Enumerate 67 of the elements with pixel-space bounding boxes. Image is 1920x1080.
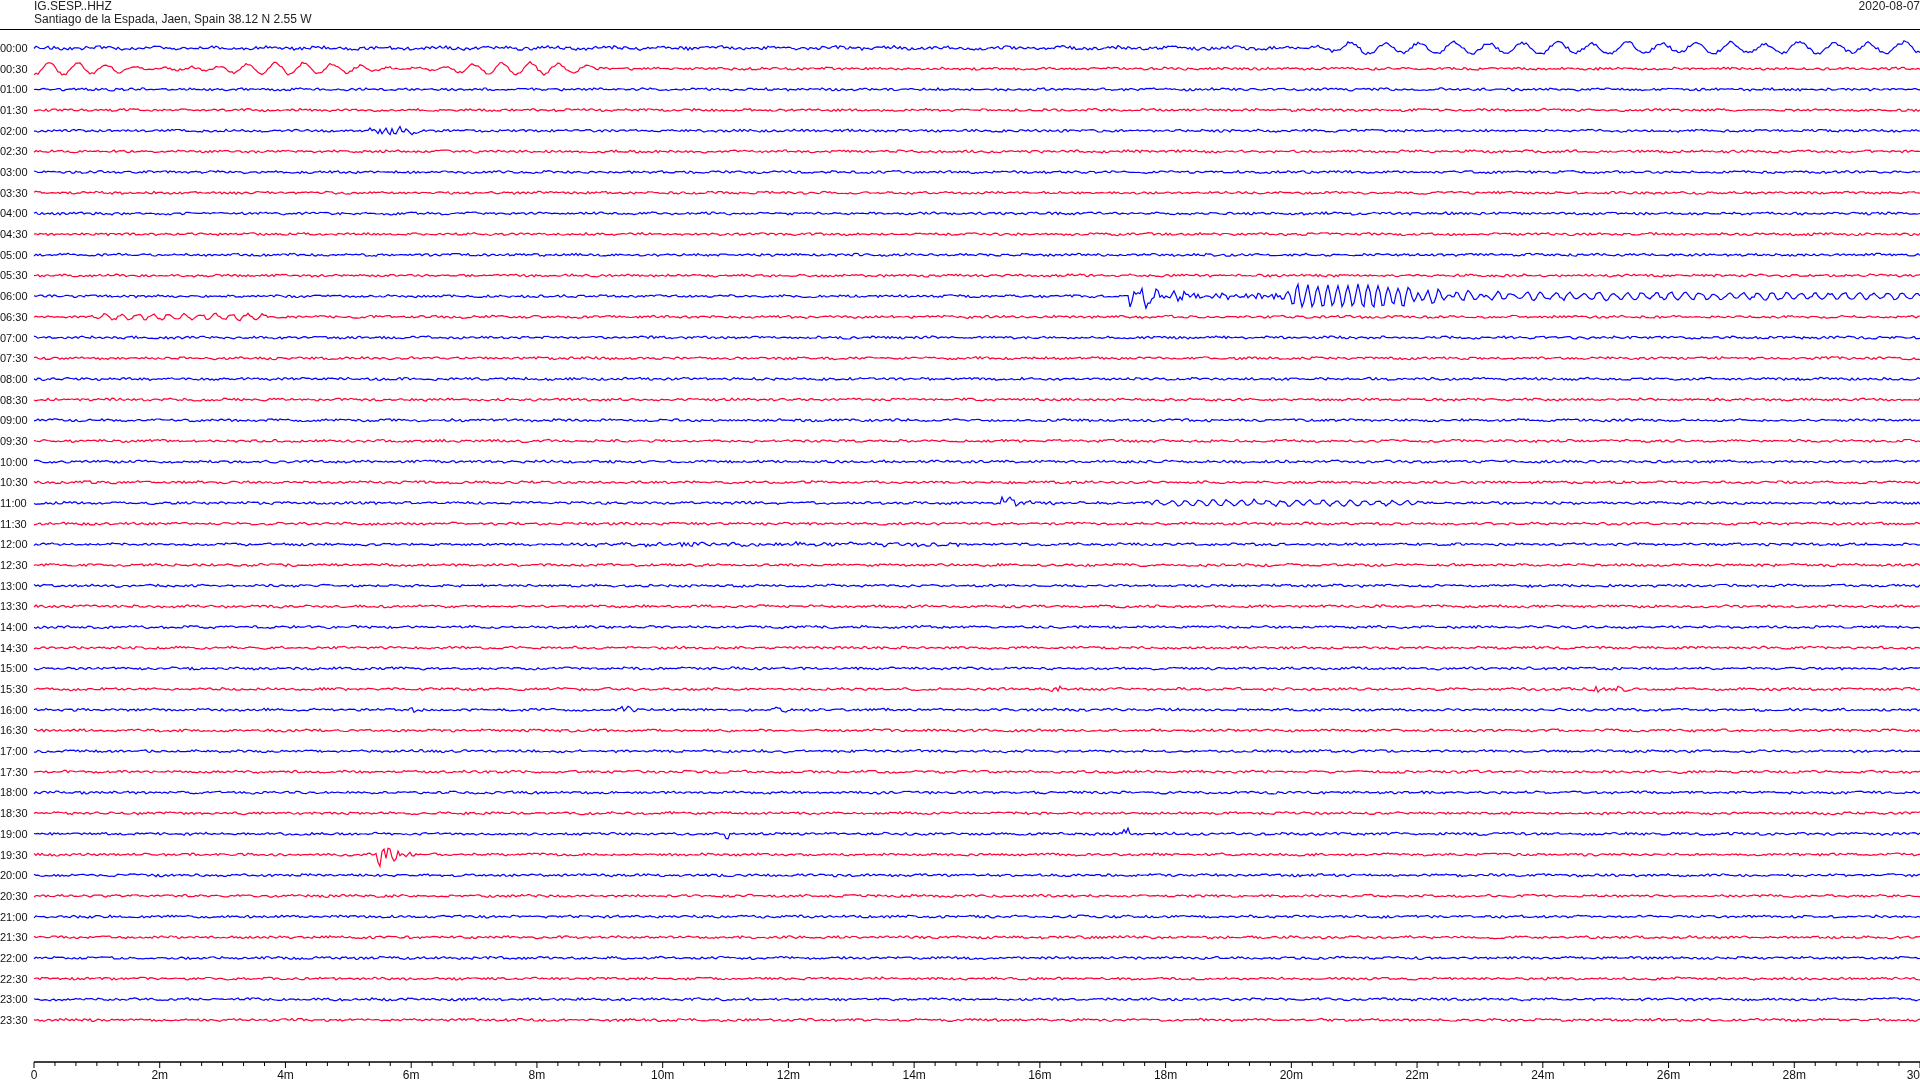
time-label: 22:30 bbox=[0, 972, 28, 985]
time-label: 14:00 bbox=[0, 621, 28, 634]
time-label: 07:00 bbox=[0, 331, 28, 344]
time-label: 05:30 bbox=[0, 269, 28, 282]
axis-tick-label: 20m bbox=[1279, 1068, 1303, 1079]
time-label: 06:30 bbox=[0, 310, 28, 323]
time-label: 12:30 bbox=[0, 559, 28, 571]
time-label: 23:30 bbox=[0, 1013, 28, 1026]
time-label: 10:30 bbox=[0, 476, 28, 489]
time-label: 03:00 bbox=[0, 166, 28, 179]
time-label: 20:30 bbox=[0, 889, 28, 902]
time-label: 04:30 bbox=[0, 228, 28, 241]
time-label: 04:00 bbox=[0, 207, 28, 220]
time-label: 11:30 bbox=[0, 517, 27, 530]
axis-tick-label: 8m bbox=[528, 1068, 546, 1079]
time-label: 02:00 bbox=[0, 124, 28, 137]
time-label: 18:30 bbox=[0, 807, 28, 820]
axis-tick-label: 10m bbox=[651, 1068, 675, 1079]
time-label: 11:00 bbox=[0, 496, 27, 509]
time-label: 23:00 bbox=[0, 993, 28, 1006]
axis-tick-label: 0 bbox=[30, 1068, 38, 1079]
time-label: 15:00 bbox=[0, 662, 28, 675]
time-label: 01:00 bbox=[0, 83, 28, 96]
time-label: 12:00 bbox=[0, 538, 28, 551]
axis-tick-label: 22m bbox=[1405, 1068, 1429, 1079]
time-label: 19:30 bbox=[0, 848, 28, 861]
axis-tick-label: 16m bbox=[1028, 1068, 1052, 1079]
time-label: 02:30 bbox=[0, 145, 28, 158]
time-label: 08:30 bbox=[0, 393, 28, 406]
station-info: Santiago de la Espada, Jaen, Spain 38.12 N 2.55 W bbox=[34, 13, 312, 26]
time-label: 17:00 bbox=[0, 745, 28, 758]
time-label: 05:00 bbox=[0, 248, 28, 261]
time-label: 14:30 bbox=[0, 641, 28, 654]
time-label: 03:30 bbox=[0, 186, 28, 199]
date-label: 2020-08-07 bbox=[1858, 0, 1920, 13]
time-label: 00:30 bbox=[0, 62, 28, 75]
time-label: 20:00 bbox=[0, 869, 28, 882]
time-label: 19:00 bbox=[0, 827, 28, 840]
axis-tick-label: 2m bbox=[151, 1068, 169, 1079]
time-label: 01:30 bbox=[0, 104, 28, 117]
time-label: 17:30 bbox=[0, 765, 28, 778]
channel-name: IG.SESP..HHZ bbox=[34, 0, 113, 13]
time-label: 09:00 bbox=[0, 414, 28, 427]
axis-tick-label: 30 bbox=[1906, 1068, 1920, 1079]
time-label: 16:00 bbox=[0, 703, 28, 716]
time-label: 22:00 bbox=[0, 951, 28, 964]
axis-tick-label: 6m bbox=[402, 1068, 420, 1079]
axis-tick-label: 14m bbox=[902, 1068, 926, 1079]
axis-tick-label: 4m bbox=[277, 1068, 294, 1079]
time-label: 16:30 bbox=[0, 724, 28, 737]
time-label: 21:30 bbox=[0, 931, 28, 944]
time-label: 06:00 bbox=[0, 290, 28, 303]
time-label: 09:30 bbox=[0, 434, 28, 447]
axis-tick-label: 18m bbox=[1153, 1068, 1178, 1079]
time-label: 13:30 bbox=[0, 600, 28, 613]
axis-tick-label: 26m bbox=[1656, 1068, 1681, 1079]
time-label: 21:00 bbox=[0, 910, 28, 923]
time-label: 18:00 bbox=[0, 786, 28, 799]
time-label: 15:30 bbox=[0, 683, 28, 696]
time-label: 00:00 bbox=[0, 42, 28, 54]
axis-tick-label: 12m bbox=[776, 1068, 801, 1079]
time-label: 07:30 bbox=[0, 352, 28, 365]
time-label: 13:00 bbox=[0, 579, 28, 592]
time-label: 08:00 bbox=[0, 372, 28, 385]
axis-tick-label: 24m bbox=[1531, 1068, 1555, 1079]
time-label: 10:00 bbox=[0, 455, 28, 468]
axis-tick-label: 28m bbox=[1782, 1068, 1806, 1079]
